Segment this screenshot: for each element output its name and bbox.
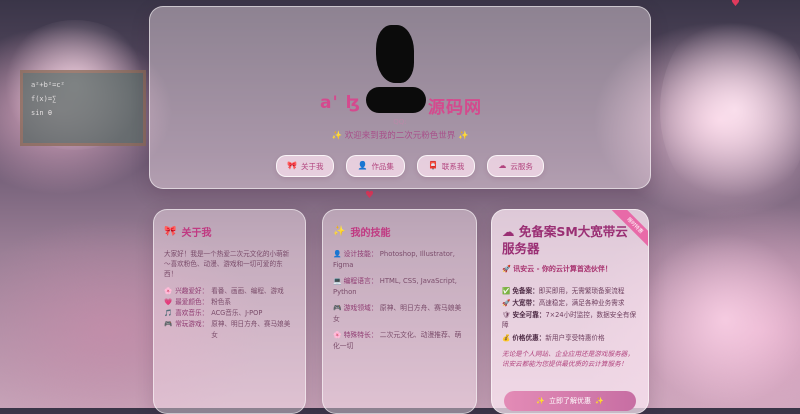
skill-item: 🌸 特殊特长： 二次元文化、动漫推荐、萌化一切 (333, 331, 462, 350)
sparkle-icon: ✨ (536, 397, 545, 405)
promo-feature: 🚀 大宽带：高速稳定，满足各种业务需求 (502, 298, 625, 307)
about-card: 🎀 关于我 大家好！我是一个热爱二次元文化的小萌新～喜欢粉色、动漫、游戏和一切可… (153, 209, 306, 414)
nav-bar: 🎀 关于我 👤 作品集 📮 联系我 ☁ 云服务 (276, 155, 544, 177)
shield-icon: 🛡 (502, 311, 511, 320)
promo-cta-button[interactable]: ✨ 立即了解优惠 ✨ (504, 391, 636, 411)
promo-title: ☁ 免备案SM大宽带云服务器 (502, 224, 628, 256)
nav-cloud-button[interactable]: ☁ 云服务 (487, 155, 544, 177)
about-item: 🌸 兴趣爱好： 看番、画画、编程、游戏 (164, 286, 284, 295)
nav-portfolio-button[interactable]: 👤 作品集 (346, 155, 405, 177)
promo-tagline: 无论是个人网站、企业应用还是游戏服务器，讯安云都能为您提供最优质的云计算服务！ (502, 349, 634, 369)
music-icon: 🎵 (164, 309, 173, 318)
gamepad-icon: 🎮 (333, 304, 342, 313)
heart-icon: 💗 (164, 297, 173, 306)
skills-heading: ✨ 我的技能 (333, 226, 391, 239)
about-item: 💗 最爱颜色： 粉色系 (164, 297, 231, 306)
promo-feature: 🛡 安全可靠：7×24小时监控，数据安全有保障 (502, 311, 637, 330)
cloud-icon: ☁ (502, 224, 515, 239)
redacted-avatar (376, 25, 414, 83)
skills-card: ✨ 我的技能 👤 设计技能： Photoshop, Illustrator, F… (322, 209, 477, 414)
mailbox-icon: 📮 (427, 161, 438, 170)
money-bag-icon: 💰 (502, 333, 511, 342)
bow-icon: 🎀 (287, 161, 297, 170)
sparkle-icon: ✨ (457, 131, 469, 141)
promo-feature: 💰 价格优惠：新用户享受特惠价格 (502, 333, 605, 342)
gamepad-icon: 🎮 (164, 320, 173, 329)
cloud-icon: ☁ (498, 161, 507, 170)
cherry-blossom-decoration (660, 10, 800, 210)
about-intro: 大家好！我是一个热爱二次元文化的小萌新～喜欢粉色、动漫、游戏和一切可爱的东西！ (164, 250, 290, 279)
portfolio-icon: 👤 (357, 161, 368, 170)
hero-card: a' ɮ 源码网 QQ: ✨ 欢迎来到我的二次元粉色世界 ✨ 🎀 关于我 👤 作… (149, 6, 651, 189)
skill-item: 👤 设计技能： Photoshop, Illustrator, Figma (333, 250, 455, 269)
blossom-icon: 🌸 (333, 331, 342, 340)
sparkle-icon: ✨ (333, 226, 346, 237)
cloud-promo-card: 限时特惠 ☁ 免备案SM大宽带云服务器 🚀 讯安云 - 你的云计算首选伙伴！ ✅… (491, 209, 649, 414)
bow-icon: 🎀 (164, 226, 177, 237)
check-icon: ✅ (502, 286, 511, 295)
blossom-icon: 🌸 (164, 286, 173, 295)
heart-icon: ♥ (731, 0, 740, 9)
cherry-blossom-decoration (640, 230, 800, 410)
sparkle-icon: ✨ (595, 397, 604, 405)
site-title-prefix: a' ɮ (320, 93, 361, 113)
promo-feature: ✅ 免备案：即买即用，无需繁琐备案流程 (502, 286, 625, 295)
promo-lead: 🚀 讯安云 - 你的云计算首选伙伴！ (502, 264, 612, 273)
rocket-icon: 🚀 (502, 264, 511, 273)
laptop-icon: 💻 (333, 277, 342, 286)
about-item: 🎮 常玩游戏： 原神、明日方舟、赛马娘美女 (164, 320, 291, 339)
rocket-icon: 🚀 (502, 298, 511, 307)
nav-about-button[interactable]: 🎀 关于我 (276, 155, 335, 177)
welcome-text: ✨ 欢迎来到我的二次元粉色世界 ✨ (331, 131, 469, 141)
site-title-suffix: 源码网 (428, 98, 482, 118)
about-heading: 🎀 关于我 (164, 226, 212, 239)
nav-contact-button[interactable]: 📮 联系我 (416, 155, 476, 177)
redacted-name (366, 87, 426, 113)
about-item: 🎵 喜欢音乐： ACG音乐、J-POP (164, 309, 263, 318)
qq-label: QQ: (393, 118, 407, 126)
heart-icon: ♥ (365, 190, 374, 201)
sparkle-icon: ✨ (331, 131, 343, 141)
design-icon: 👤 (333, 250, 342, 258)
skill-item: 💻 编程语言： HTML, CSS, JavaScript, Python (333, 277, 457, 296)
skill-item: 🎮 游戏领域： 原神、明日方舟、赛马娘美女 (333, 304, 462, 323)
chalkboard-decoration: a²+b²=c² f(x)=∑ sin θ (20, 70, 146, 146)
